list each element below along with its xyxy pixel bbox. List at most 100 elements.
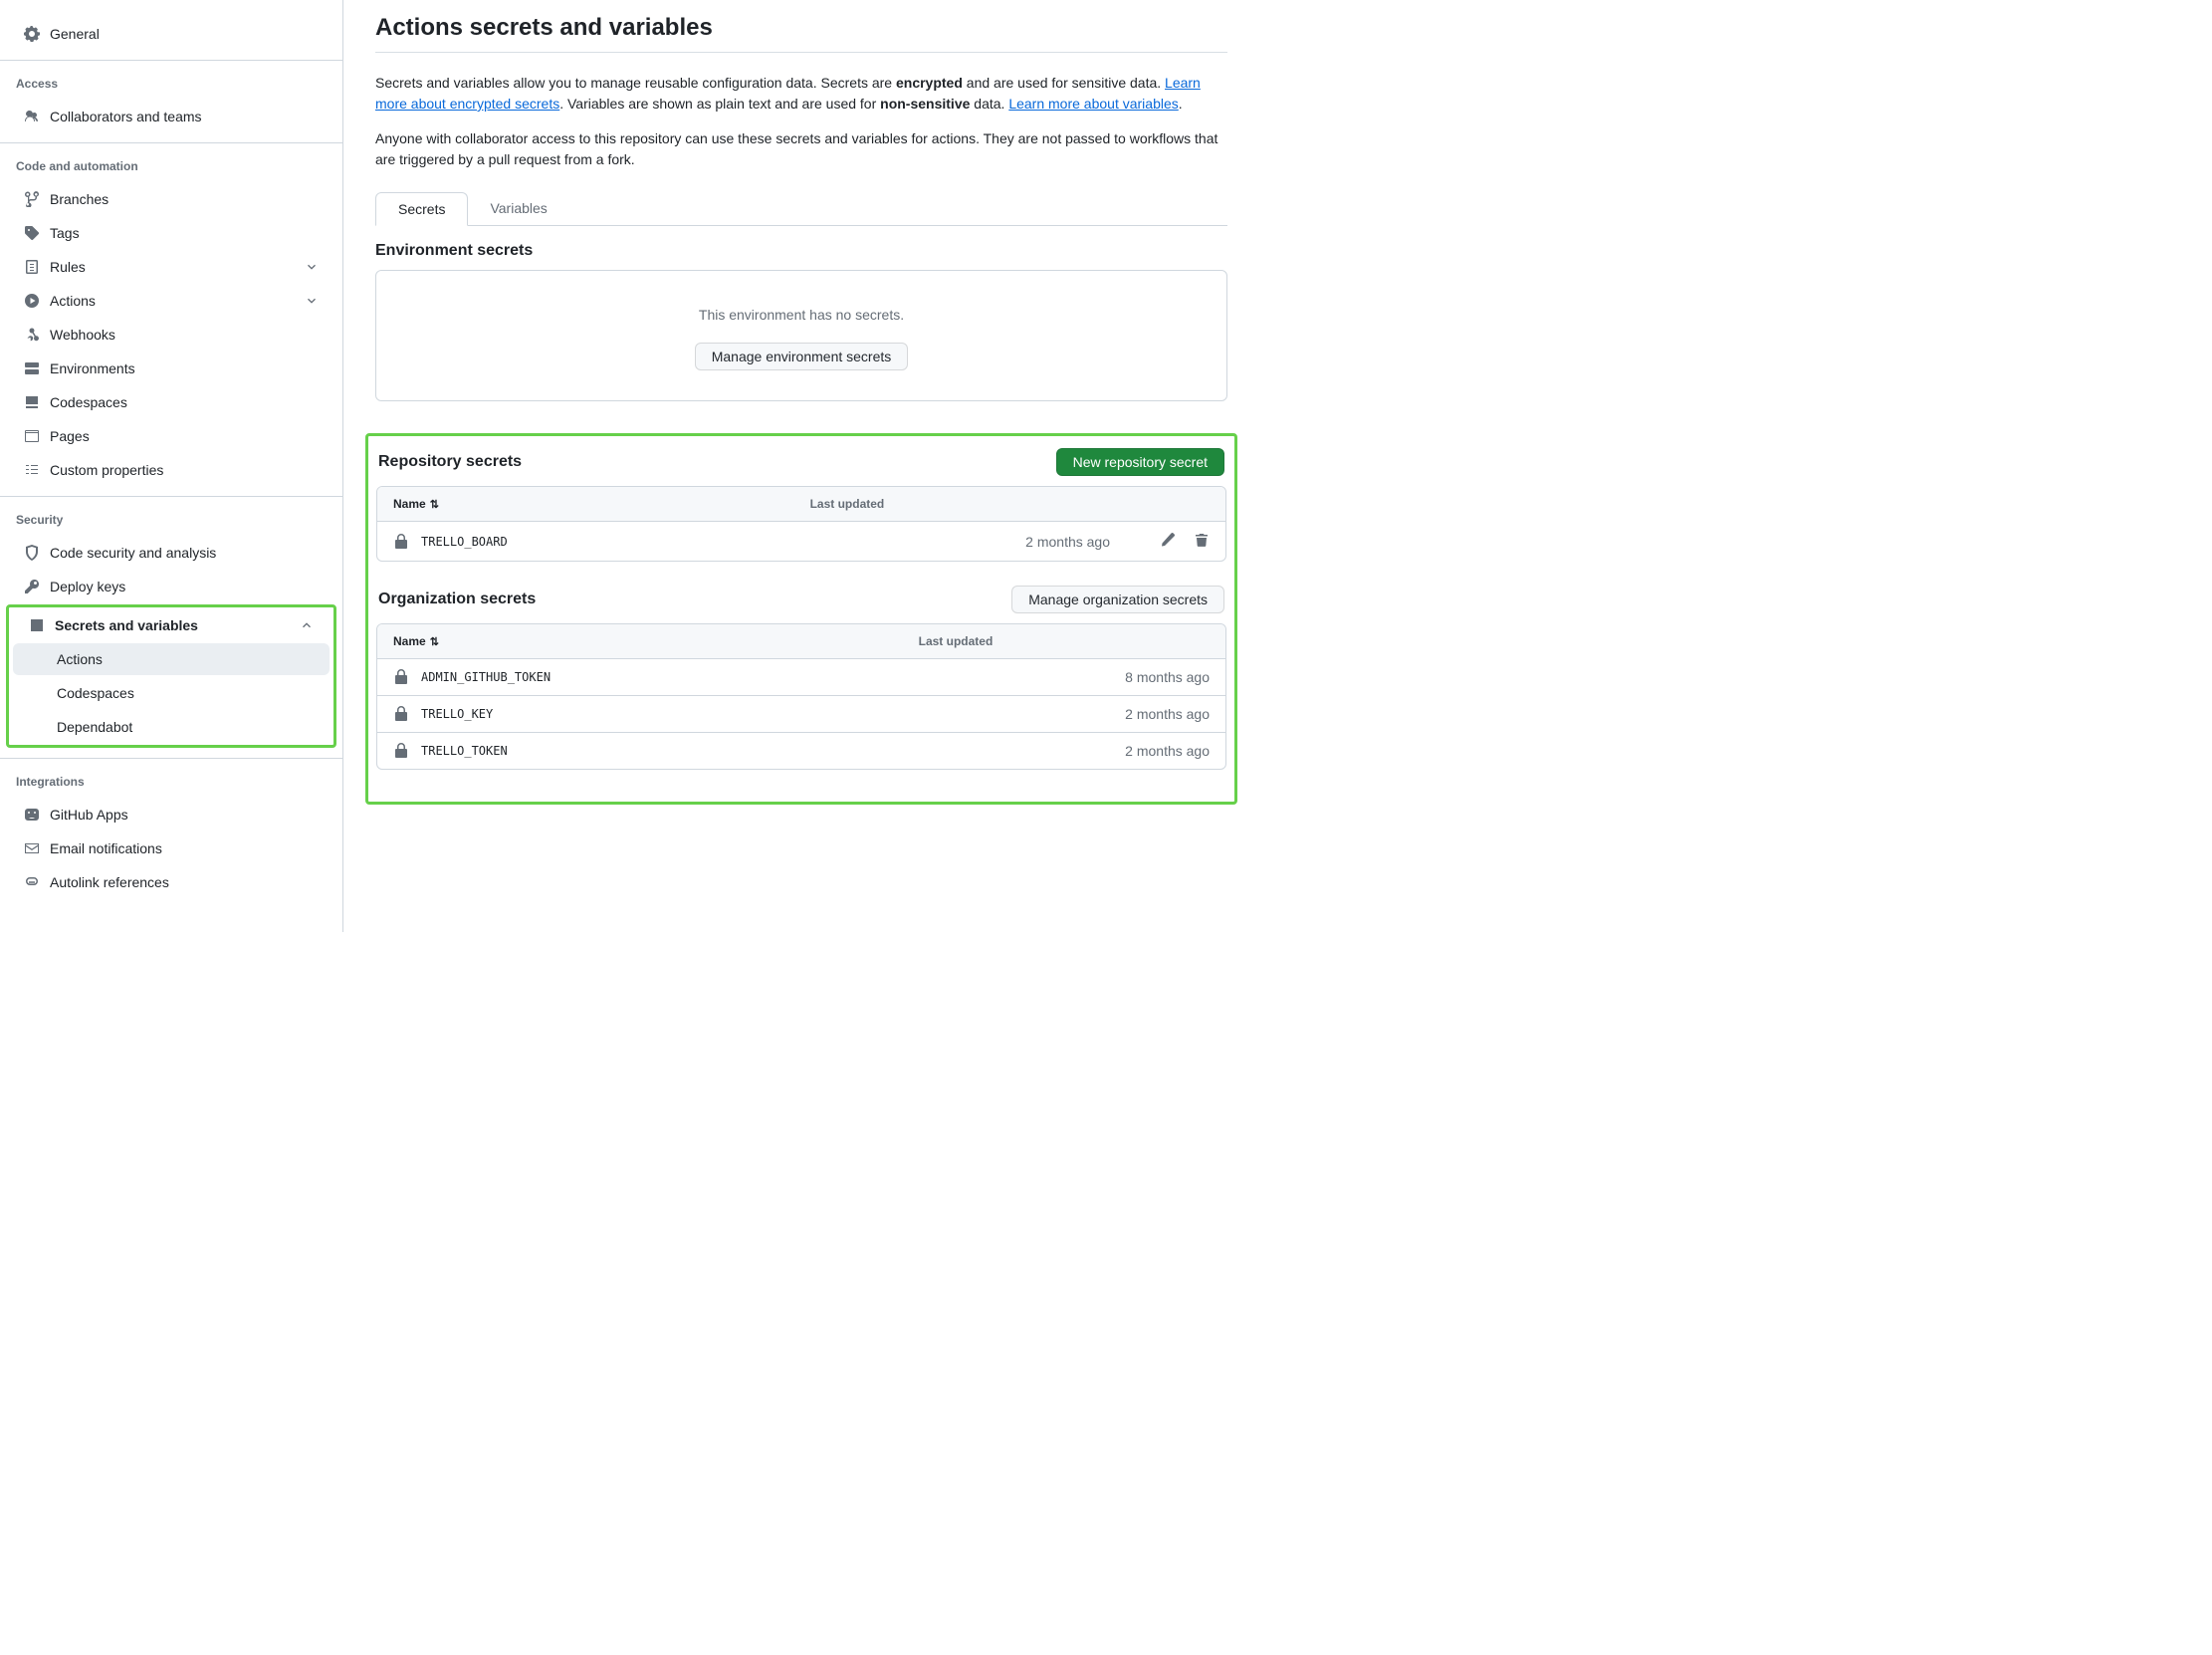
main-content: Actions secrets and variables Secrets an… [343,0,1259,932]
sidebar-item-label: Branches [50,191,109,207]
codespaces-icon [24,394,40,410]
link-variables[interactable]: Learn more about variables [1008,96,1178,112]
sidebar-item-general[interactable]: General [8,18,334,50]
tab-variables[interactable]: Variables [468,192,568,225]
table-row: TRELLO_KEY 2 months ago [377,695,1225,732]
sidebar-heading-code: Code and automation [0,151,342,181]
chevron-down-icon [305,294,319,308]
sidebar-subitem-dependabot[interactable]: Dependabot [13,711,330,743]
sort-icon: ⇅ [430,499,439,511]
secret-updated: 2 months ago [903,732,1225,769]
section-title-org: Organization secrets [378,591,536,608]
manage-env-secrets-button[interactable]: Manage environment secrets [695,343,909,370]
sidebar-item-webhooks[interactable]: Webhooks [8,319,334,351]
manage-org-secrets-button[interactable]: Manage organization secrets [1011,586,1224,613]
lock-icon [393,743,409,759]
sidebar-item-label: Pages [50,428,90,444]
sidebar-item-branches[interactable]: Branches [8,183,334,215]
tab-secrets[interactable]: Secrets [375,192,468,226]
server-icon [24,360,40,376]
sidebar-item-email-notifications[interactable]: Email notifications [8,832,334,864]
sidebar-subitem-codespaces[interactable]: Codespaces [13,677,330,709]
sidebar-item-autolink[interactable]: Autolink references [8,866,334,898]
new-repository-secret-button[interactable]: New repository secret [1056,448,1224,476]
section-title-repo: Repository secrets [378,453,522,471]
sidebar-item-label: Tags [50,225,80,241]
sidebar-item-label: Rules [50,259,86,275]
lock-icon [393,706,409,722]
env-empty-box: This environment has no secrets. Manage … [375,270,1227,401]
tab-bar: Secrets Variables [375,192,1227,226]
sidebar-item-github-apps[interactable]: GitHub Apps [8,799,334,830]
secret-name: TRELLO_TOKEN [393,743,887,759]
secret-name: TRELLO_KEY [393,706,887,722]
sidebar-item-label: Codespaces [57,685,134,701]
org-secrets-table: Name⇅ Last updated ADMIN_GITHUB_TOKEN 8 … [376,623,1226,770]
sidebar-item-environments[interactable]: Environments [8,353,334,384]
sidebar-item-codespaces[interactable]: Codespaces [8,386,334,418]
highlight-main-region: Repository secrets New repository secret… [365,433,1237,805]
chevron-down-icon [305,260,319,274]
sidebar-item-rules[interactable]: Rules [8,251,334,283]
sidebar-item-label: Autolink references [50,874,169,890]
section-title-env: Environment secrets [375,242,1227,260]
secret-updated: 2 months ago [903,695,1225,732]
sidebar-item-deploy-keys[interactable]: Deploy keys [8,571,334,602]
chevron-up-icon [300,618,314,632]
col-updated[interactable]: Last updated [794,487,1126,522]
sidebar-item-label: Email notifications [50,840,162,856]
sidebar-item-label: Deploy keys [50,579,125,594]
branch-icon [24,191,40,207]
gear-icon [24,26,40,42]
col-name[interactable]: Name⇅ [377,487,794,522]
webhook-icon [24,327,40,343]
sidebar-item-label: GitHub Apps [50,807,128,823]
sort-icon: ⇅ [430,636,439,648]
sidebar-item-label: Dependabot [57,719,132,735]
sidebar-item-secrets-variables[interactable]: Secrets and variables [13,609,330,641]
env-empty-message: This environment has no secrets. [376,307,1226,323]
sidebar-heading-access: Access [0,69,342,99]
tag-icon [24,225,40,241]
shield-icon [24,545,40,561]
sidebar-item-label: Environments [50,360,135,376]
sidebar-subitem-actions[interactable]: Actions [13,643,330,675]
sidebar-item-label: Collaborators and teams [50,109,202,124]
secret-updated: 2 months ago [794,522,1126,561]
sidebar-item-label: Actions [57,651,103,667]
sidebar-item-actions[interactable]: Actions [8,285,334,317]
sidebar-item-tags[interactable]: Tags [8,217,334,249]
people-icon [24,109,40,124]
col-updated[interactable]: Last updated [903,624,1225,659]
page-title: Actions secrets and variables [375,14,1227,53]
sidebar-item-label: Codespaces [50,394,127,410]
key-icon [24,579,40,594]
table-row: TRELLO_BOARD 2 months ago [377,522,1225,561]
lock-icon [393,534,409,550]
sidebar-item-label: Custom properties [50,462,163,478]
browser-icon [24,428,40,444]
sidebar-item-label: Secrets and variables [55,617,198,633]
pencil-icon[interactable] [1160,532,1176,548]
sidebar-item-label: Code security and analysis [50,545,216,561]
sidebar-item-label: Webhooks [50,327,115,343]
sidebar-item-custom-properties[interactable]: Custom properties [8,454,334,486]
sidebar-item-collaborators[interactable]: Collaborators and teams [8,101,334,132]
properties-icon [24,462,40,478]
col-name[interactable]: Name⇅ [377,624,903,659]
sidebar-item-code-security[interactable]: Code security and analysis [8,537,334,569]
sidebar-item-pages[interactable]: Pages [8,420,334,452]
secret-name: TRELLO_BOARD [393,534,778,550]
settings-sidebar: General Access Collaborators and teams C… [0,0,343,932]
table-row: ADMIN_GITHUB_TOKEN 8 months ago [377,659,1225,695]
play-icon [24,293,40,309]
link-icon [24,874,40,890]
sidebar-item-label: General [50,26,100,42]
lock-icon [393,669,409,685]
trash-icon[interactable] [1194,532,1210,548]
mail-icon [24,840,40,856]
apps-icon [24,807,40,823]
sidebar-heading-integrations: Integrations [0,767,342,797]
sidebar-heading-security: Security [0,505,342,535]
secret-name: ADMIN_GITHUB_TOKEN [393,669,887,685]
